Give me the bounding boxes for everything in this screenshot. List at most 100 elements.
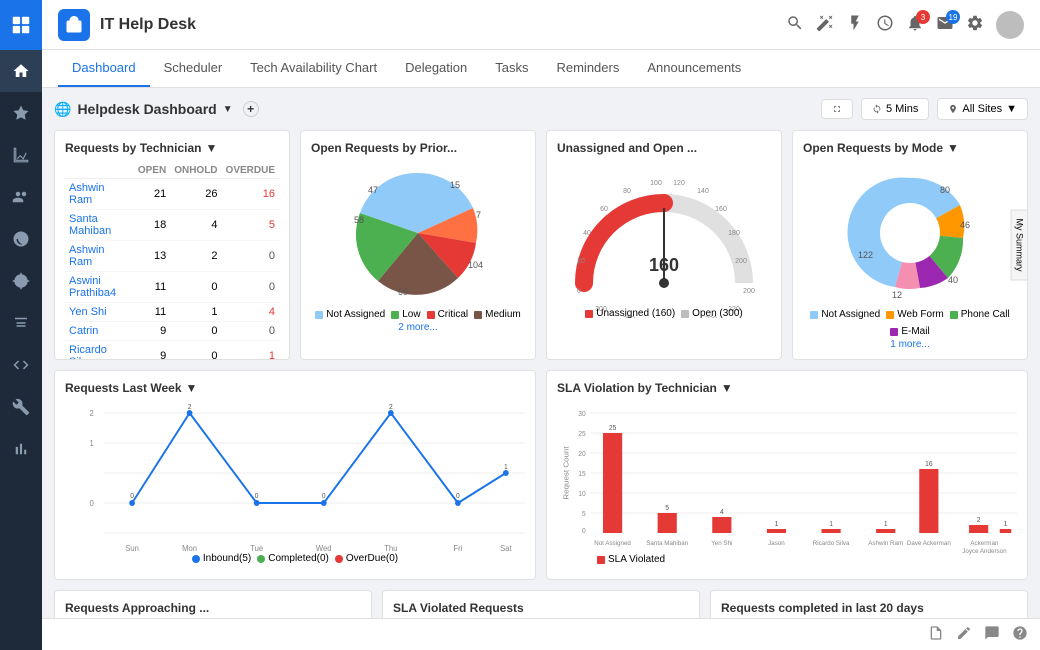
tech-name[interactable]: Yen Shi bbox=[65, 303, 134, 322]
legend-not-assigned: Not Assigned bbox=[315, 309, 385, 320]
svg-text:Jason: Jason bbox=[768, 540, 785, 547]
header-left: IT Help Desk bbox=[58, 9, 196, 41]
sidebar-code[interactable] bbox=[0, 344, 42, 386]
svg-text:Santa Mahiban: Santa Mahiban bbox=[646, 540, 688, 547]
tech-open: 9 bbox=[134, 341, 170, 361]
tech-dropdown-icon[interactable]: ▼ bbox=[205, 141, 217, 155]
sla-legend-violated: SLA Violated bbox=[597, 554, 665, 565]
row-3: Requests Approaching ... SLA Violated Re… bbox=[54, 590, 1028, 618]
clock-icon[interactable] bbox=[876, 14, 894, 35]
footer bbox=[42, 618, 1040, 650]
lightning-icon[interactable] bbox=[846, 14, 864, 35]
svg-text:5: 5 bbox=[582, 511, 586, 518]
open-by-priority-card: Open Requests by Prior... bbox=[300, 130, 536, 360]
svg-text:15: 15 bbox=[450, 180, 460, 190]
tech-name[interactable]: Santa Mahiban bbox=[65, 210, 134, 241]
mode-dropdown-icon[interactable]: ▼ bbox=[947, 141, 959, 155]
svg-text:Fri: Fri bbox=[453, 544, 462, 553]
tab-delegation[interactable]: Delegation bbox=[391, 50, 481, 87]
svg-text:Request Count: Request Count bbox=[562, 446, 571, 500]
tech-onhold: 0 bbox=[170, 272, 221, 303]
footer-icon-1[interactable] bbox=[928, 625, 944, 644]
footer-icon-3[interactable] bbox=[984, 625, 1000, 644]
user-avatar[interactable] bbox=[996, 11, 1024, 39]
notification-icon[interactable]: 19 bbox=[936, 14, 954, 35]
globe-icon: 🌐 bbox=[54, 101, 71, 118]
tech-onhold: 26 bbox=[170, 179, 221, 210]
sidebar-users[interactable] bbox=[0, 176, 42, 218]
svg-text:Joyce Anderson: Joyce Anderson bbox=[962, 548, 1007, 555]
tech-name[interactable]: Ashwin Ram bbox=[65, 179, 134, 210]
legend-completed: Completed(0) bbox=[257, 553, 329, 564]
tech-open: 13 bbox=[134, 241, 170, 272]
bell-icon[interactable]: 3 bbox=[906, 14, 924, 35]
tab-announcements[interactable]: Announcements bbox=[633, 50, 755, 87]
tab-reminders[interactable]: Reminders bbox=[542, 50, 633, 87]
priority-legend: Not Assigned Low Critical Medium bbox=[315, 309, 520, 320]
dashboard-controls: 5 Mins All Sites ▼ bbox=[821, 98, 1028, 120]
svg-text:12: 12 bbox=[892, 290, 902, 300]
sidebar-logo[interactable] bbox=[0, 0, 42, 50]
tech-name[interactable]: Aswini Prathiba4 bbox=[65, 272, 134, 303]
week-dropdown-icon[interactable]: ▼ bbox=[186, 381, 198, 395]
more-link-mode[interactable]: 1 more... bbox=[890, 339, 929, 350]
tech-overdue: 0 bbox=[222, 241, 279, 272]
svg-text:1: 1 bbox=[775, 521, 779, 528]
sidebar bbox=[0, 0, 42, 650]
tech-onhold: 4 bbox=[170, 210, 221, 241]
sla-violated-requests-card: SLA Violated Requests bbox=[382, 590, 700, 618]
footer-icon-2[interactable] bbox=[956, 625, 972, 644]
gear-icon[interactable] bbox=[966, 14, 984, 35]
tech-name[interactable]: Catrin bbox=[65, 322, 134, 341]
legend-medium: Medium bbox=[474, 309, 521, 320]
add-widget-icon[interactable]: + bbox=[243, 101, 259, 117]
search-icon[interactable] bbox=[786, 14, 804, 35]
dashboard-area: 🌐 Helpdesk Dashboard ▼ + 5 Mins All Site… bbox=[42, 88, 1040, 618]
header: IT Help Desk 3 19 bbox=[42, 0, 1040, 50]
sidebar-settings[interactable] bbox=[0, 260, 42, 302]
tech-onhold: 0 bbox=[170, 322, 221, 341]
tab-tasks[interactable]: Tasks bbox=[481, 50, 542, 87]
sla-violated-requests-title: SLA Violated Requests bbox=[393, 601, 689, 615]
svg-text:1: 1 bbox=[89, 439, 93, 448]
svg-text:Ashwin Ram: Ashwin Ram bbox=[868, 540, 903, 547]
tab-scheduler[interactable]: Scheduler bbox=[150, 50, 237, 87]
more-link-priority[interactable]: 2 more... bbox=[398, 322, 437, 333]
sla-dropdown-icon[interactable]: ▼ bbox=[721, 381, 733, 395]
svg-text:200: 200 bbox=[735, 258, 747, 265]
col-overdue: OVERDUE bbox=[222, 163, 279, 179]
tech-overdue: 1 bbox=[222, 341, 279, 361]
tab-dashboard[interactable]: Dashboard bbox=[58, 50, 150, 87]
svg-text:0: 0 bbox=[89, 499, 94, 508]
svg-text:2: 2 bbox=[89, 409, 93, 418]
dropdown-icon[interactable]: ▼ bbox=[223, 104, 233, 115]
svg-text:Sun: Sun bbox=[125, 544, 139, 553]
sidebar-network[interactable] bbox=[0, 218, 42, 260]
tech-name[interactable]: Ricardo Silva bbox=[65, 341, 134, 361]
footer-help-icon[interactable] bbox=[1012, 625, 1028, 644]
refresh-button[interactable]: 5 Mins bbox=[861, 98, 929, 120]
legend-inbound: Inbound(5) bbox=[192, 553, 251, 564]
expand-button[interactable] bbox=[821, 99, 853, 119]
tab-tech-availability[interactable]: Tech Availability Chart bbox=[236, 50, 391, 87]
svg-text:Sat: Sat bbox=[500, 544, 512, 553]
svg-text:0: 0 bbox=[130, 493, 134, 500]
sidebar-wrench[interactable] bbox=[0, 386, 42, 428]
sidebar-box[interactable] bbox=[0, 302, 42, 344]
requests-approaching-title: Requests Approaching ... bbox=[65, 601, 361, 615]
sidebar-chart[interactable] bbox=[0, 134, 42, 176]
sites-filter-button[interactable]: All Sites ▼ bbox=[937, 98, 1028, 120]
tech-open: 18 bbox=[134, 210, 170, 241]
my-summary-tab[interactable]: My Summary bbox=[1010, 209, 1028, 280]
svg-text:Dave Ackerman: Dave Ackerman bbox=[907, 540, 951, 547]
sidebar-bar-chart[interactable] bbox=[0, 428, 42, 470]
legend-unassigned: Unassigned (160) bbox=[585, 308, 675, 319]
svg-text:40: 40 bbox=[583, 230, 591, 237]
svg-text:Mon: Mon bbox=[182, 544, 197, 553]
sidebar-home[interactable] bbox=[0, 50, 42, 92]
svg-text:Tue: Tue bbox=[250, 544, 263, 553]
tech-name[interactable]: Ashwin Ram bbox=[65, 241, 134, 272]
sidebar-star[interactable] bbox=[0, 92, 42, 134]
svg-text:10: 10 bbox=[578, 491, 586, 498]
magic-icon[interactable] bbox=[816, 14, 834, 35]
